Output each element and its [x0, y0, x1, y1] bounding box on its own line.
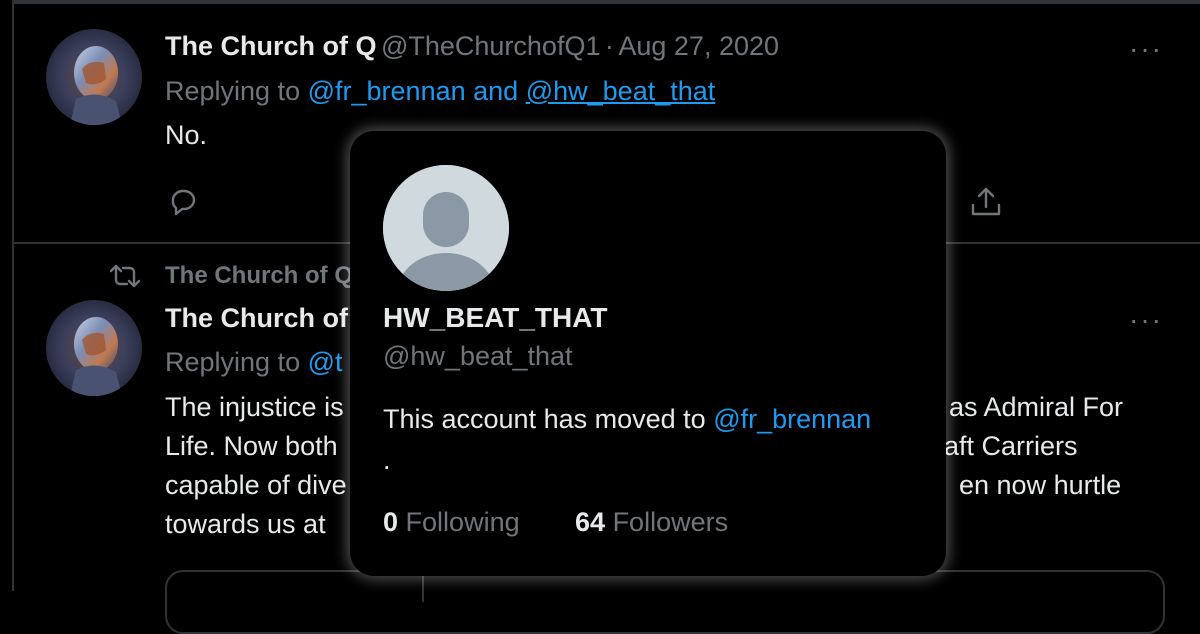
- hover-card-handle[interactable]: @hw_beat_that: [383, 341, 573, 372]
- replying-and: and: [473, 76, 519, 106]
- tweet2-line: Life. Now both: [165, 431, 338, 461]
- tweet1-avatar[interactable]: [46, 29, 142, 125]
- tweet2-line: The injustice is: [165, 392, 344, 422]
- quoted-tweet-box[interactable]: [165, 570, 1165, 634]
- tweet2-replying-prefix: Replying to: [165, 347, 301, 377]
- replying-prefix: Replying to: [165, 76, 301, 106]
- quoted-tweet-divider: [422, 572, 424, 602]
- tweet2-line: capable of dive: [165, 470, 347, 500]
- reply-icon[interactable]: [165, 184, 199, 223]
- tweet1-display-name[interactable]: The Church of Q: [165, 31, 377, 61]
- top-divider: [12, 0, 1200, 4]
- tweet2-avatar[interactable]: [46, 300, 142, 396]
- tweet2-line: as Admiral For: [949, 392, 1124, 422]
- tweet2-line: aft Carriers: [944, 431, 1078, 461]
- bio-prefix: This account has moved to: [383, 404, 706, 434]
- tweet2-text-right: as Admiral For aft Carriers en now hurtl…: [944, 388, 1124, 505]
- following-label: Following: [405, 507, 520, 537]
- tweet1-replying-line: Replying to @fr_brennan and @hw_beat_tha…: [165, 76, 715, 107]
- tweet2-more-icon[interactable]: ···: [1129, 304, 1163, 336]
- tweet2-replying-line: Replying to @t: [165, 347, 343, 378]
- tweet1-handle[interactable]: @TheChurchofQ1: [381, 31, 601, 61]
- bio-suffix: .: [383, 445, 391, 475]
- following-count: 0: [383, 507, 399, 537]
- tweet2-line: en now hurtle: [959, 470, 1122, 500]
- followers-label: Followers: [612, 507, 729, 537]
- hover-card-display-name[interactable]: HW_BEAT_THAT: [383, 302, 608, 334]
- tweet2-line: towards us at: [165, 509, 326, 539]
- tweet1-more-icon[interactable]: ···: [1129, 33, 1163, 65]
- hover-card-bio: This account has moved to @fr_brennan: [383, 404, 871, 435]
- tweet1-header: The Church of Q @TheChurchofQ1 · Aug 27,…: [165, 31, 779, 62]
- tweet2-text-left: The injustice is Life. Now both capable …: [165, 388, 347, 544]
- reply-mention-hw-beat-that[interactable]: @hw_beat_that: [526, 76, 716, 106]
- reply-mention-fr-brennan[interactable]: @fr_brennan: [308, 76, 466, 106]
- tweet1-separator: ·: [604, 31, 614, 61]
- tweet1-date[interactable]: Aug 27, 2020: [618, 31, 779, 61]
- followers-count: 64: [575, 507, 606, 537]
- timeline-left-border: [12, 0, 14, 591]
- tweet2-reply-mention[interactable]: @t: [308, 347, 343, 377]
- tweet1-text: No.: [165, 120, 208, 150]
- bio-mention[interactable]: @fr_brennan: [713, 404, 871, 434]
- retweet-icon: [108, 262, 142, 295]
- following-stat[interactable]: 0 Following: [383, 507, 520, 538]
- tweet2-display-name[interactable]: The Church of: [165, 303, 348, 334]
- retweet-label[interactable]: The Church of Q: [165, 262, 353, 290]
- share-icon[interactable]: [968, 184, 1004, 225]
- default-avatar-icon[interactable]: [383, 165, 509, 291]
- followers-stat[interactable]: 64 Followers: [575, 507, 728, 538]
